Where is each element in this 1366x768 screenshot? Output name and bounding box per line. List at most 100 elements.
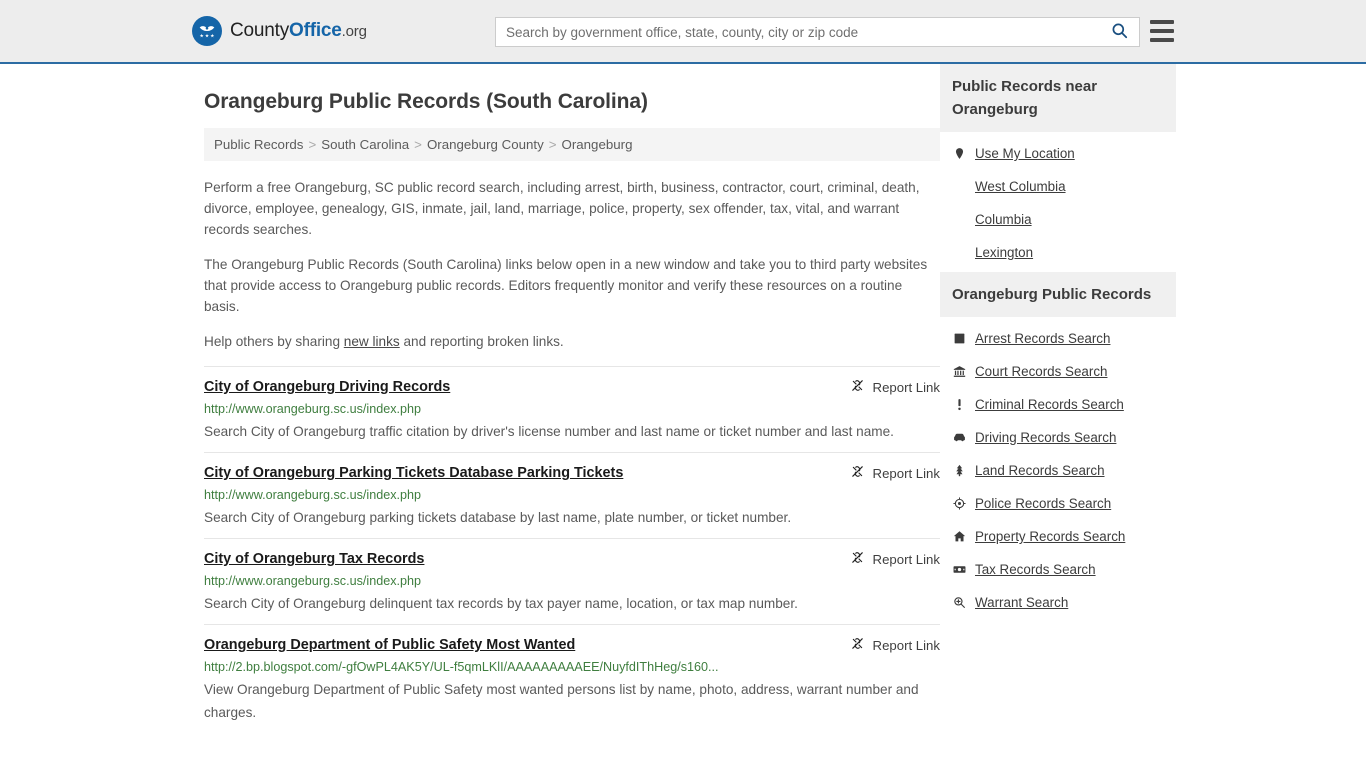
list-item[interactable]: West Columbia (940, 169, 1176, 202)
list-item[interactable]: Criminal Records Search (940, 387, 1176, 420)
sidebar: Public Records near Orangeburg Use My Lo… (940, 64, 1176, 622)
result-header: City of Orangeburg Tax Records Report Lin… (204, 549, 940, 569)
no-icon (952, 180, 966, 194)
records-link-court-records-search[interactable]: Court Records Search (975, 364, 1107, 379)
public-records-near-box: Public Records near Orangeburg Use My Lo… (940, 64, 1176, 268)
search-input[interactable] (496, 18, 1099, 46)
breadcrumb-item-south-carolina[interactable]: South Carolina (321, 137, 409, 152)
list-item[interactable]: Driving Records Search (940, 420, 1176, 453)
search-bar[interactable] (495, 17, 1140, 47)
report-link-button[interactable]: Report Link (850, 635, 940, 654)
share-text-before: Help others by sharing (204, 334, 344, 349)
square-icon (952, 332, 966, 346)
near-link-west-columbia[interactable]: West Columbia (975, 179, 1066, 194)
intro-paragraph-1: Perform a free Orangeburg, SC public rec… (204, 180, 920, 237)
near-link-lexington[interactable]: Lexington (975, 245, 1033, 260)
list-item[interactable]: Tax Records Search (940, 552, 1176, 585)
breadcrumb-separator: > (548, 137, 557, 152)
search-icon (1110, 21, 1129, 43)
records-link-warrant-search[interactable]: Warrant Search (975, 595, 1068, 610)
near-link-use-my-location[interactable]: Use My Location (975, 146, 1075, 161)
hamburger-bar-2 (1150, 29, 1174, 33)
brand-office: Office (289, 20, 342, 41)
breadcrumb-item-orangeburg-county[interactable]: Orangeburg County (427, 137, 544, 152)
result-title-link[interactable]: City of Orangeburg Parking Tickets Datab… (204, 463, 623, 483)
results-list: City of Orangeburg Driving Records Report… (204, 366, 940, 733)
result-item: City of Orangeburg Tax Records Report Lin… (204, 538, 940, 624)
hamburger-menu-icon[interactable] (1150, 20, 1174, 42)
share-text-after: and reporting broken links. (399, 334, 564, 349)
list-item[interactable]: Warrant Search (940, 585, 1176, 618)
records-link-criminal-records-search[interactable]: Criminal Records Search (975, 397, 1124, 412)
list-item[interactable]: Land Records Search (940, 453, 1176, 486)
report-link-label: Report Link (872, 551, 940, 567)
no-icon (952, 246, 966, 260)
result-description: Search City of Orangeburg parking ticket… (204, 510, 792, 525)
records-link-police-records-search[interactable]: Police Records Search (975, 496, 1111, 511)
list-item[interactable]: Court Records Search (940, 354, 1176, 387)
breadcrumb: Public Records > South Carolina > Orangeburg… (204, 128, 940, 161)
list-item[interactable]: Use My Location (940, 136, 1176, 169)
brand-county: County (230, 20, 290, 41)
records-link-tax-records-search[interactable]: Tax Records Search (975, 562, 1096, 577)
list-item[interactable]: Arrest Records Search (940, 321, 1176, 354)
brand-wordmark: CountyOffice.org (230, 20, 367, 42)
near-box-list: Use My Location West Columbia Columbia Lexi… (940, 132, 1176, 268)
breadcrumb-separator: > (308, 137, 317, 152)
tree-icon (952, 464, 966, 478)
result-header: City of Orangeburg Parking Tickets Datab… (204, 463, 940, 483)
result-description: Search City of Orangeburg traffic citati… (204, 424, 894, 439)
result-url: http://2.bp.blogspot.com/-gfOwPL4AK5Y/UL… (204, 660, 719, 674)
result-title-link[interactable]: City of Orangeburg Driving Records (204, 377, 450, 397)
result-header: Orangeburg Department of Public Safety M… (204, 635, 940, 655)
records-link-property-records-search[interactable]: Property Records Search (975, 529, 1125, 544)
map-pin-icon (952, 147, 966, 161)
broken-link-icon (850, 378, 865, 396)
result-item: City of Orangeburg Driving Records Report… (204, 366, 940, 452)
brand-org: .org (341, 23, 367, 40)
result-description: View Orangeburg Department of Public Saf… (204, 682, 919, 720)
report-link-button[interactable]: Report Link (850, 377, 940, 396)
records-link-driving-records-search[interactable]: Driving Records Search (975, 430, 1116, 445)
report-link-label: Report Link (872, 465, 940, 481)
near-box-heading: Public Records near Orangeburg (940, 64, 1176, 132)
report-link-label: Report Link (872, 637, 940, 653)
list-item[interactable]: Lexington (940, 235, 1176, 268)
money-icon (952, 563, 966, 577)
records-box-heading: Orangeburg Public Records (940, 272, 1176, 317)
result-title-link[interactable]: City of Orangeburg Tax Records (204, 549, 424, 569)
list-item[interactable]: Property Records Search (940, 519, 1176, 552)
report-link-label: Report Link (872, 379, 940, 395)
car-icon (952, 431, 966, 445)
near-link-columbia[interactable]: Columbia (975, 212, 1032, 227)
breadcrumb-item-orangeburg: Orangeburg (561, 137, 633, 152)
page-title: Orangeburg Public Records (South Carolin… (204, 90, 648, 113)
result-item: Orangeburg Department of Public Safety M… (204, 624, 940, 733)
result-url: http://www.orangeburg.sc.us/index.php (204, 574, 422, 588)
site-logo[interactable]: CountyOffice.org (192, 16, 367, 46)
result-url: http://www.orangeburg.sc.us/index.php (204, 402, 422, 416)
main-content: Orangeburg Public Records (South Carolin… (204, 64, 940, 733)
breadcrumb-item-public-records[interactable]: Public Records (214, 137, 303, 152)
new-links-link[interactable]: new links (344, 334, 400, 349)
records-link-arrest-records-search[interactable]: Arrest Records Search (975, 331, 1110, 346)
broken-link-icon (850, 550, 865, 568)
report-link-button[interactable]: Report Link (850, 463, 940, 482)
records-link-land-records-search[interactable]: Land Records Search (975, 463, 1105, 478)
report-link-button[interactable]: Report Link (850, 549, 940, 568)
search-button[interactable] (1099, 18, 1139, 46)
result-title-link[interactable]: Orangeburg Department of Public Safety M… (204, 635, 575, 655)
broken-link-icon (850, 464, 865, 482)
site-header: CountyOffice.org (0, 0, 1366, 64)
list-item[interactable]: Columbia (940, 202, 1176, 235)
page-body: Orangeburg Public Records (South Carolin… (0, 64, 1366, 733)
hamburger-bar-1 (1150, 20, 1174, 24)
result-description: Search City of Orangeburg delinquent tax… (204, 596, 798, 611)
result-item: City of Orangeburg Parking Tickets Datab… (204, 452, 940, 538)
list-item[interactable]: Police Records Search (940, 486, 1176, 519)
magnifier-plus-icon (952, 596, 966, 610)
eagle-seal-icon (192, 16, 222, 46)
no-icon (952, 213, 966, 227)
result-header: City of Orangeburg Driving Records Report… (204, 377, 940, 397)
badge-target-icon (952, 497, 966, 511)
